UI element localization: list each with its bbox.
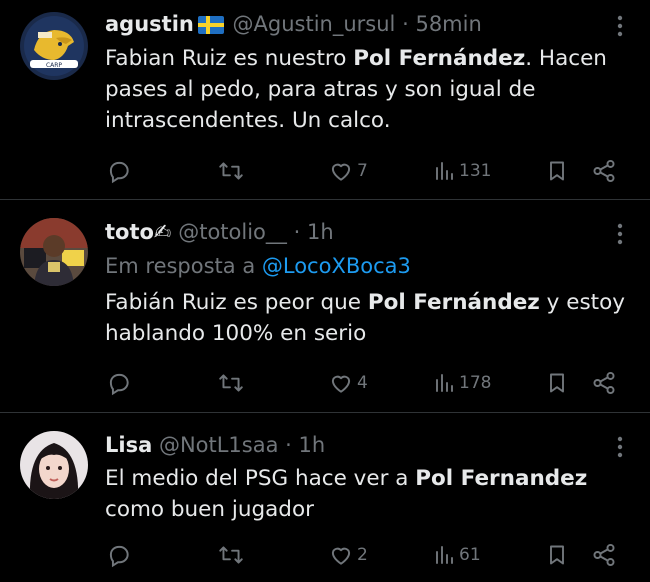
like-count: 7 bbox=[357, 161, 368, 181]
reply-button[interactable] bbox=[106, 540, 132, 570]
bookmark-icon bbox=[550, 161, 564, 181]
separator-dot: · bbox=[285, 433, 292, 457]
action-bar: 7 131 bbox=[0, 156, 650, 186]
action-bar: 4 178 bbox=[0, 368, 650, 398]
bookmark-button[interactable] bbox=[545, 156, 569, 186]
separator-dot: · bbox=[293, 220, 301, 244]
reply-to-link[interactable]: @LocoXBoca3 bbox=[262, 254, 411, 278]
timestamp[interactable]: 1h bbox=[299, 433, 326, 457]
reply-button[interactable] bbox=[106, 368, 132, 398]
text-segment-bold: Pol Fernández bbox=[353, 46, 526, 71]
svg-text:CARP: CARP bbox=[46, 62, 62, 69]
avatar[interactable] bbox=[20, 218, 88, 286]
tweet-header: agustin @Agustin_ursul · 58min bbox=[105, 10, 600, 41]
bookmark-icon bbox=[550, 545, 564, 565]
bookmark-icon bbox=[550, 373, 564, 393]
heart-icon bbox=[331, 547, 351, 565]
views-count: 61 bbox=[459, 545, 481, 565]
views-button[interactable]: 131 bbox=[434, 156, 491, 186]
display-name[interactable]: toto✍ bbox=[105, 220, 172, 244]
display-name[interactable]: Lisa bbox=[105, 433, 152, 457]
display-name[interactable]: agustin bbox=[105, 12, 194, 36]
tweet-text: El medio del PSG hace ver a Pol Fernande… bbox=[105, 463, 610, 525]
retweet-button[interactable] bbox=[217, 540, 245, 570]
tweet-1[interactable]: CARP agustin @Agustin_ursul · 58min Fabi… bbox=[0, 0, 650, 200]
text-segment-bold: Pol Fernandez bbox=[415, 466, 588, 491]
reply-icon bbox=[109, 373, 129, 396]
share-icon bbox=[593, 543, 615, 567]
tweet-3[interactable]: Lisa @NotL1saa · 1h El medio del PSG hac… bbox=[0, 413, 650, 582]
text-segment: como buen jugador bbox=[105, 497, 314, 522]
reply-prefix: Em resposta a bbox=[105, 254, 262, 278]
tweet-header: Lisa @NotL1saa · 1h bbox=[105, 431, 600, 459]
heart-icon bbox=[331, 163, 351, 181]
timestamp[interactable]: 58min bbox=[415, 12, 481, 36]
views-count: 178 bbox=[459, 373, 492, 393]
views-button[interactable]: 178 bbox=[434, 368, 491, 398]
avatar[interactable] bbox=[20, 431, 88, 499]
like-count: 2 bbox=[357, 545, 368, 565]
like-button[interactable]: 7 bbox=[328, 156, 368, 186]
reply-button[interactable] bbox=[106, 156, 132, 186]
share-icon bbox=[593, 159, 615, 183]
separator-dot: · bbox=[402, 12, 409, 36]
like-button[interactable]: 4 bbox=[328, 368, 368, 398]
retweet-button[interactable] bbox=[217, 368, 245, 398]
action-bar: 2 61 bbox=[0, 540, 650, 570]
views-icon bbox=[436, 374, 453, 392]
avatar[interactable]: CARP bbox=[20, 12, 88, 80]
share-button[interactable] bbox=[591, 368, 617, 398]
sweden-flag-icon bbox=[197, 13, 224, 41]
like-button[interactable]: 2 bbox=[328, 540, 368, 570]
views-icon bbox=[436, 162, 453, 180]
views-count: 131 bbox=[459, 161, 492, 181]
share-button[interactable] bbox=[591, 540, 617, 570]
reply-icon bbox=[109, 545, 129, 568]
reply-icon bbox=[109, 161, 129, 184]
text-segment: Fabián Ruiz es peor que bbox=[105, 290, 368, 315]
tweet-header: toto✍ @totolio__ · 1h bbox=[105, 218, 600, 246]
share-button[interactable] bbox=[591, 156, 617, 186]
tweet-text: Fabián Ruiz es peor que Pol Fernández y … bbox=[105, 287, 630, 349]
retweet-icon bbox=[219, 546, 243, 564]
tweet-text: Fabian Ruiz es nuestro Pol Fernández. Ha… bbox=[105, 43, 630, 136]
share-icon bbox=[593, 371, 615, 395]
text-segment: El medio del PSG hace ver a bbox=[105, 466, 416, 491]
retweet-button[interactable] bbox=[217, 156, 245, 186]
reply-context: Em resposta a @LocoXBoca3 bbox=[105, 252, 411, 280]
timestamp[interactable]: 1h bbox=[307, 220, 334, 244]
retweet-icon bbox=[219, 162, 243, 180]
tweet-2[interactable]: toto✍ @totolio__ · 1h Em resposta a @Loc… bbox=[0, 200, 650, 413]
more-dots-icon[interactable] bbox=[616, 222, 624, 246]
more-dots-icon[interactable] bbox=[616, 435, 624, 459]
user-handle[interactable]: @totolio__ bbox=[178, 220, 287, 244]
more-dots-icon[interactable] bbox=[616, 14, 624, 38]
user-handle[interactable]: @Agustin_ursul bbox=[233, 12, 396, 36]
bookmark-button[interactable] bbox=[545, 368, 569, 398]
user-handle[interactable]: @NotL1saa bbox=[159, 433, 279, 457]
views-icon bbox=[436, 546, 453, 564]
views-button[interactable]: 61 bbox=[434, 540, 481, 570]
text-segment: Fabian Ruiz es nuestro bbox=[105, 46, 354, 71]
text-segment-bold: Pol Fernández bbox=[367, 290, 540, 315]
heart-icon bbox=[331, 375, 351, 393]
like-count: 4 bbox=[357, 373, 368, 393]
retweet-icon bbox=[219, 374, 243, 392]
bookmark-button[interactable] bbox=[545, 540, 569, 570]
